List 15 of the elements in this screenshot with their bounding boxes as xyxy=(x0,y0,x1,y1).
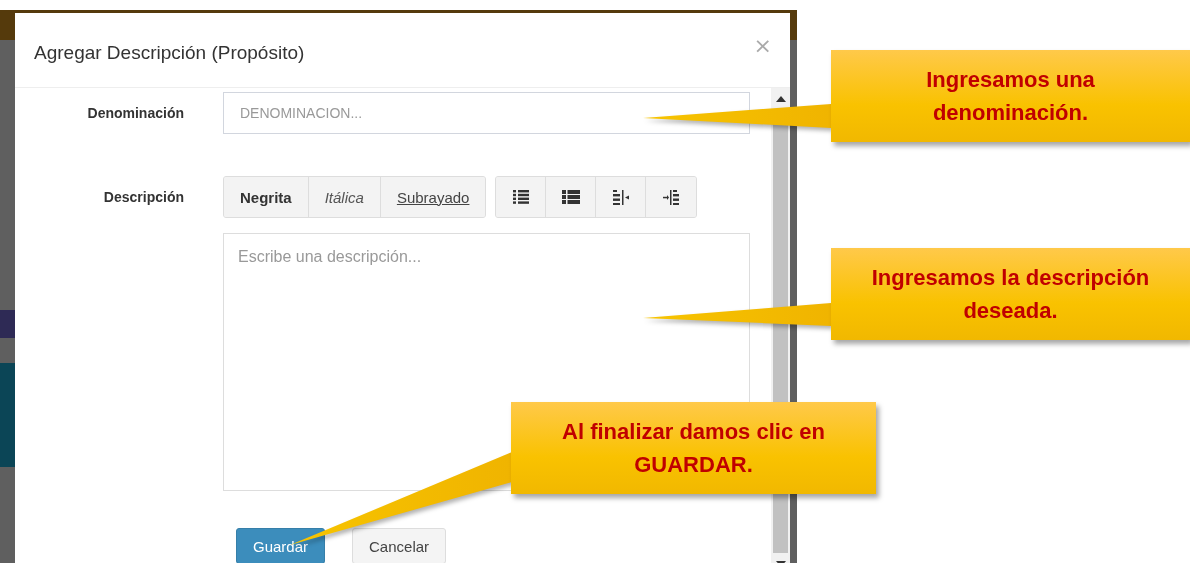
scroll-up-icon[interactable] xyxy=(775,96,786,102)
indent-icon xyxy=(663,189,680,205)
dialog-title: Agregar Descripción (Propósito) xyxy=(34,41,305,64)
callout-text: Ingresamos una denominación. xyxy=(926,66,1095,127)
bulleted-list-icon xyxy=(512,190,529,204)
toolbar-button[interactable] xyxy=(496,177,547,217)
field-label: Descripción xyxy=(102,189,184,205)
list-icon xyxy=(561,190,580,204)
cancel-button[interactable]: Cancelar xyxy=(352,528,447,563)
callout-text: Ingresamos la descripción deseada. xyxy=(871,264,1150,325)
format-button[interactable]: Negrita xyxy=(224,177,309,217)
name-input-field[interactable]: DENOMINACION... xyxy=(223,92,750,134)
field-label: Denominación xyxy=(86,105,184,121)
save-button[interactable]: Guardar xyxy=(236,528,326,563)
outdent-icon xyxy=(612,189,629,205)
